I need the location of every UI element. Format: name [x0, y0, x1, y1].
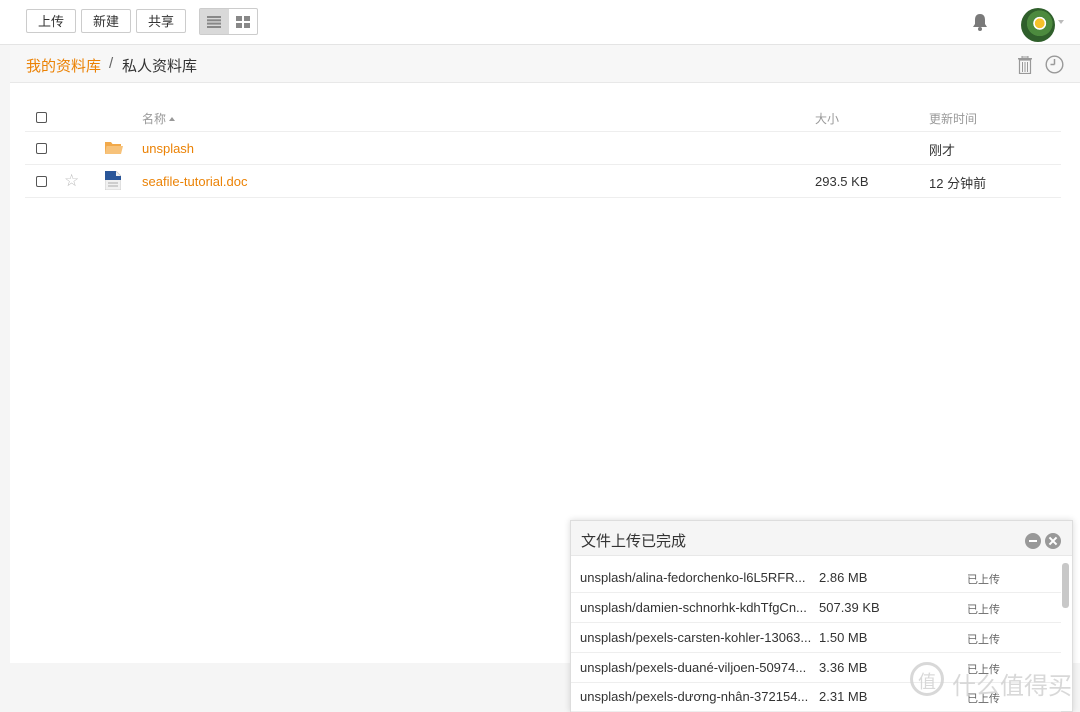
trash-icon[interactable]: [1017, 56, 1033, 74]
upload-panel-title: 文件上传已完成: [581, 533, 687, 550]
avatar[interactable]: [1021, 8, 1055, 42]
watermark-logo-icon: [910, 662, 944, 696]
breadcrumb-root-link[interactable]: 我的资料库: [26, 55, 101, 76]
upload-item-name: unsplash/pexels-carsten-kohler-13063...: [580, 630, 812, 645]
upload-item-status: 已上传: [967, 574, 1000, 586]
upload-item: unsplash/pexels-carsten-kohler-13063... …: [571, 622, 1061, 653]
upload-item-size: 3.36 MB: [819, 660, 868, 675]
notification-bell-icon[interactable]: [970, 12, 990, 32]
upload-panel-scrollbar[interactable]: [1062, 563, 1069, 608]
upload-item: unsplash/alina-fedorchenko-l6L5RFR... 2.…: [571, 562, 1061, 593]
upload-item-size: 507.39 KB: [819, 600, 880, 615]
view-mode-toggle: [199, 8, 258, 35]
breadcrumb-current: 私人资料库: [122, 58, 198, 75]
item-size: 293.5 KB: [815, 174, 869, 189]
table-row[interactable]: ☆ seafile-tutorial.doc 293.5 KB 12 分钟前: [25, 165, 1061, 198]
history-icon[interactable]: [1045, 55, 1064, 74]
chevron-down-icon[interactable]: [1058, 20, 1064, 24]
file-name-link[interactable]: seafile-tutorial.doc: [142, 174, 248, 189]
table-row[interactable]: unsplash 刚才: [25, 132, 1061, 165]
top-toolbar: 上传 新建 共享: [0, 0, 1080, 45]
grid-icon: [235, 15, 250, 28]
upload-item-name: unsplash/damien-schnorhk-kdhTfgCn...: [580, 600, 807, 615]
new-button[interactable]: 新建: [81, 9, 132, 33]
row-checkbox[interactable]: [36, 176, 47, 187]
star-icon[interactable]: ☆: [64, 171, 79, 191]
upload-item: unsplash/damien-schnorhk-kdhTfgCn... 507…: [571, 592, 1061, 623]
list-icon: [207, 15, 222, 28]
folder-name-link[interactable]: unsplash: [142, 141, 194, 156]
name-column-header[interactable]: 名称: [142, 110, 176, 127]
list-view-button[interactable]: [200, 9, 229, 34]
upload-item-size: 2.31 MB: [819, 689, 868, 704]
select-all-checkbox[interactable]: [36, 112, 47, 123]
breadcrumb-separator: /: [109, 55, 114, 72]
breadcrumb: 我的资料库 / 私人资料库: [10, 45, 1080, 83]
sort-ascending-icon: [169, 117, 176, 121]
upload-item-name: unsplash/pexels-dương-nhân-372154...: [580, 689, 809, 704]
watermark: 什么值得买: [910, 660, 1075, 700]
upload-item-name: unsplash/alina-fedorchenko-l6L5RFR...: [580, 570, 806, 585]
upload-panel-header: 文件上传已完成: [571, 521, 1072, 556]
grid-view-button[interactable]: [229, 9, 258, 34]
size-column-header[interactable]: 大小: [815, 110, 839, 127]
item-modified-time: 刚才: [929, 143, 956, 158]
upload-item-status: 已上传: [967, 604, 1000, 616]
share-button[interactable]: 共享: [136, 9, 187, 33]
upload-button[interactable]: 上传: [26, 9, 77, 33]
doc-file-icon: [105, 171, 121, 190]
item-modified-time: 12 分钟前: [929, 176, 987, 191]
upload-item-status: 已上传: [967, 634, 1000, 646]
upload-item-size: 1.50 MB: [819, 630, 868, 645]
upload-item-size: 2.86 MB: [819, 570, 868, 585]
close-icon[interactable]: [1045, 533, 1061, 549]
watermark-text: 什么值得买: [952, 673, 1072, 700]
upload-item-name: unsplash/pexels-duané-viljoen-50974...: [580, 660, 807, 675]
minimize-icon[interactable]: [1025, 533, 1041, 549]
folder-icon: [105, 142, 123, 154]
modified-column-header[interactable]: 更新时间: [929, 110, 977, 127]
row-checkbox[interactable]: [36, 143, 47, 154]
table-header: 名称 大小 更新时间: [25, 100, 1061, 132]
